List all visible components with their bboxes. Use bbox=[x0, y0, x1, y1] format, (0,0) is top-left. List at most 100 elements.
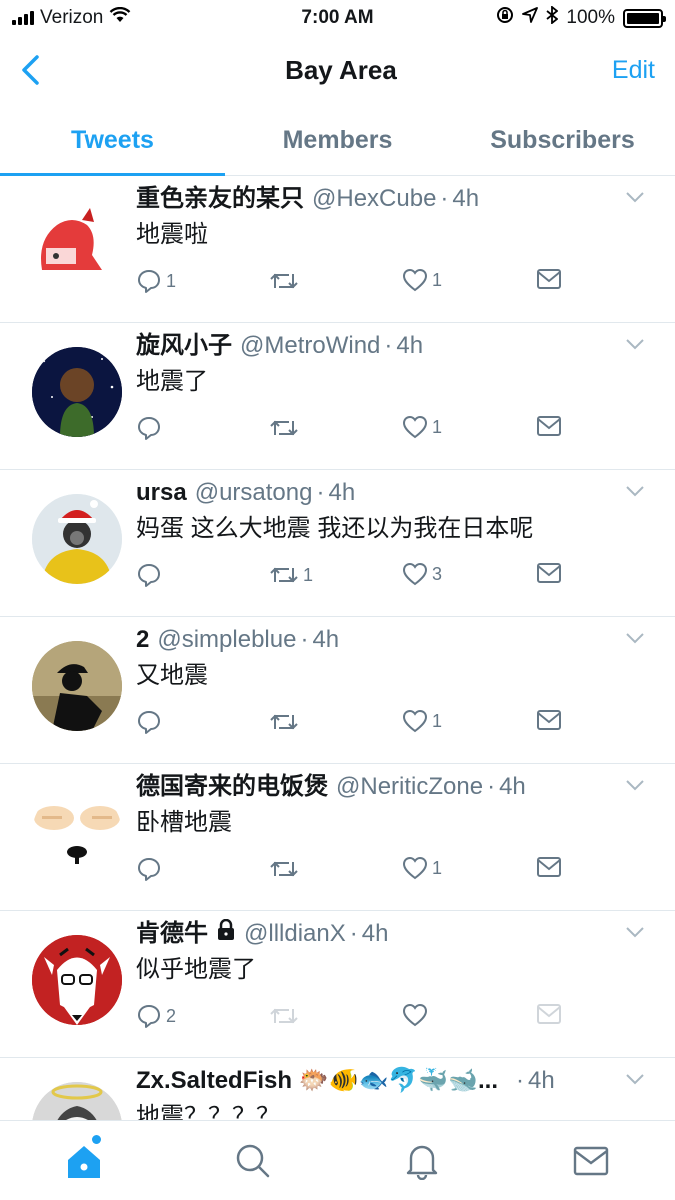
reply-icon bbox=[138, 270, 160, 293]
retweet-button[interactable] bbox=[269, 856, 303, 882]
tweet-text: 似乎地震了 bbox=[136, 956, 256, 983]
display-name[interactable]: 旋风小子 bbox=[136, 331, 232, 361]
tab-search[interactable] bbox=[169, 1121, 338, 1200]
like-button[interactable]: 3 bbox=[402, 562, 442, 586]
search-icon bbox=[236, 1144, 270, 1177]
like-button[interactable] bbox=[402, 1003, 428, 1027]
like-button[interactable]: 1 bbox=[402, 709, 442, 733]
heart-icon bbox=[402, 1003, 428, 1027]
chevron-down-icon[interactable] bbox=[625, 778, 645, 796]
tweet-actions: 1 bbox=[136, 709, 576, 743]
tweet-header: 肯德牛 @llldianX · 4h bbox=[136, 919, 615, 949]
avatar[interactable] bbox=[32, 788, 122, 878]
display-name[interactable]: Zx.SaltedFish 🐡🐠🐟🐬🐳🐋... bbox=[136, 1066, 498, 1096]
envelope-icon bbox=[537, 563, 561, 583]
retweet-icon bbox=[270, 861, 298, 877]
reply-button[interactable] bbox=[136, 562, 166, 588]
tweet-actions: 1 bbox=[136, 415, 576, 449]
reply-button[interactable] bbox=[136, 415, 166, 441]
carrier-label: Verizon bbox=[40, 7, 104, 28]
avatar[interactable] bbox=[32, 1082, 122, 1120]
reply-button[interactable]: 1 bbox=[136, 268, 176, 294]
like-count: 1 bbox=[432, 857, 443, 878]
tweet-time: 4h bbox=[312, 626, 340, 653]
retweet-button[interactable]: 1 bbox=[269, 562, 313, 588]
retweet-button[interactable] bbox=[269, 268, 303, 294]
user-handle[interactable]: @ursatong bbox=[195, 478, 313, 508]
edit-button[interactable]: Edit bbox=[612, 56, 655, 85]
tweet[interactable]: Zx.SaltedFish 🐡🐠🐟🐬🐳🐋... · 4h 地震？？？？ bbox=[0, 1058, 675, 1120]
wifi-icon bbox=[109, 6, 131, 29]
display-name[interactable]: 肯德牛 bbox=[136, 919, 208, 949]
tweet[interactable]: 肯德牛 @llldianX · 4h 似乎地震了 2 bbox=[0, 911, 675, 1058]
dm-button[interactable] bbox=[536, 562, 562, 584]
tab-notifications[interactable] bbox=[338, 1121, 507, 1200]
display-name[interactable]: 重色亲友的某只 bbox=[136, 184, 304, 214]
tweet[interactable]: 德国寄来的电饭煲 @NeriticZone · 4h 卧槽地震 1 bbox=[0, 764, 675, 911]
dm-button[interactable] bbox=[536, 415, 562, 437]
signal-icon bbox=[12, 11, 34, 25]
tab-members[interactable]: Members bbox=[225, 104, 450, 175]
chevron-down-icon[interactable] bbox=[625, 337, 645, 355]
tweet-time: 4h bbox=[452, 185, 480, 212]
tweet-actions: 1 bbox=[136, 856, 576, 890]
retweet-icon bbox=[270, 273, 298, 289]
retweet-button[interactable] bbox=[269, 709, 303, 735]
avatar[interactable] bbox=[32, 641, 122, 731]
like-button[interactable]: 1 bbox=[402, 268, 442, 292]
tweet[interactable]: ursa @ursatong · 4h 妈蛋 这么大地震 我还以为我在日本呢 1… bbox=[0, 470, 675, 617]
envelope-icon bbox=[537, 416, 561, 436]
like-count: 1 bbox=[432, 416, 443, 437]
tab-subscribers[interactable]: Subscribers bbox=[450, 104, 675, 175]
display-name[interactable]: 2 bbox=[136, 625, 149, 655]
reply-count: 1 bbox=[166, 270, 177, 291]
reply-button[interactable] bbox=[136, 856, 166, 882]
display-name[interactable]: ursa bbox=[136, 478, 187, 508]
tab-home[interactable] bbox=[0, 1121, 169, 1200]
like-button[interactable]: 1 bbox=[402, 415, 442, 439]
user-handle[interactable]: @NeriticZone bbox=[336, 772, 483, 802]
avatar[interactable] bbox=[32, 200, 122, 290]
envelope-icon bbox=[537, 857, 561, 877]
chevron-down-icon[interactable] bbox=[625, 925, 645, 943]
dm-button[interactable] bbox=[536, 268, 562, 290]
like-button[interactable]: 1 bbox=[402, 856, 442, 880]
tab-messages[interactable] bbox=[506, 1121, 675, 1200]
separator-dot: · bbox=[349, 920, 358, 947]
separator-dot: · bbox=[384, 332, 393, 359]
chevron-down-icon[interactable] bbox=[625, 631, 645, 649]
lock-icon bbox=[216, 919, 236, 949]
tweet-header: 重色亲友的某只 @HexCube · 4h bbox=[136, 184, 615, 214]
retweet-button[interactable] bbox=[269, 415, 303, 441]
chevron-down-icon[interactable] bbox=[625, 1072, 645, 1090]
display-name[interactable]: 德国寄来的电饭煲 bbox=[136, 772, 328, 802]
notification-dot bbox=[92, 1135, 101, 1144]
user-handle[interactable]: @simpleblue bbox=[157, 625, 296, 655]
tweet[interactable]: 2 @simpleblue · 4h 又地震 1 bbox=[0, 617, 675, 764]
back-button[interactable] bbox=[20, 45, 70, 95]
dm-button[interactable] bbox=[536, 709, 562, 731]
tweet-feed[interactable]: 重色亲友的某只 @HexCube · 4h 地震啦 1 1 旋风小子 @Metr… bbox=[0, 176, 675, 1120]
retweet-button bbox=[269, 1003, 299, 1029]
tweet[interactable]: 旋风小子 @MetroWind · 4h 地震了 1 bbox=[0, 323, 675, 470]
user-handle[interactable]: @llldianX bbox=[244, 919, 346, 949]
tweet[interactable]: 重色亲友的某只 @HexCube · 4h 地震啦 1 1 bbox=[0, 176, 675, 323]
tweet-header: 德国寄来的电饭煲 @NeriticZone · 4h bbox=[136, 772, 615, 802]
reply-icon bbox=[138, 417, 160, 440]
avatar[interactable] bbox=[32, 494, 122, 584]
tweet-text: 又地震 bbox=[136, 662, 208, 689]
reply-button[interactable]: 2 bbox=[136, 1003, 176, 1029]
tweet-time: 4h bbox=[499, 773, 526, 800]
separator-dot: · bbox=[516, 1067, 525, 1094]
avatar[interactable] bbox=[32, 935, 122, 1025]
reply-icon bbox=[138, 564, 160, 587]
chevron-down-icon[interactable] bbox=[625, 484, 645, 502]
tweet-time: 4h bbox=[361, 920, 389, 947]
user-handle[interactable]: @HexCube bbox=[312, 184, 436, 214]
reply-button[interactable] bbox=[136, 709, 166, 735]
avatar[interactable] bbox=[32, 347, 122, 437]
tab-tweets[interactable]: Tweets bbox=[0, 104, 225, 176]
dm-button[interactable] bbox=[536, 856, 562, 878]
chevron-down-icon[interactable] bbox=[625, 190, 645, 208]
user-handle[interactable]: @MetroWind bbox=[240, 331, 380, 361]
